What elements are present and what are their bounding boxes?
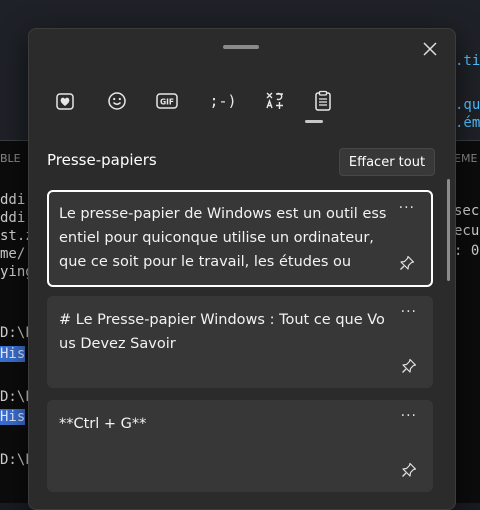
- background-terminal-line: D:\P: [0, 325, 30, 341]
- background-terminal-line: ddi: [0, 210, 26, 226]
- background-terminal-line: ddi: [0, 192, 26, 208]
- background-highlight-text: His: [0, 346, 26, 362]
- background-terminal-highlight: His: [0, 408, 30, 426]
- background-terminal-line: me/: [0, 246, 26, 262]
- tab-emoji[interactable]: [100, 81, 134, 121]
- clipboard-item-text: # Le Presse-papier Windows : Tout ce que…: [59, 312, 385, 352]
- more-options-button[interactable]: ···: [401, 408, 417, 424]
- tab-symbols[interactable]: [258, 81, 292, 121]
- background-code-line: .éme: [455, 115, 480, 131]
- clipboard-item[interactable]: # Le Presse-papier Windows : Tout ce que…: [47, 296, 433, 388]
- tab-kaomoji[interactable]: ;-): [202, 81, 244, 121]
- background-highlight-text: His: [0, 409, 26, 425]
- symbols-icon: [266, 92, 283, 109]
- background-tab-label: EME: [454, 152, 478, 165]
- tab-favorites[interactable]: [48, 81, 82, 121]
- drag-handle[interactable]: [223, 45, 259, 49]
- pin-button[interactable]: [401, 462, 417, 478]
- background-divider: [454, 140, 480, 141]
- background-terminal-line: D:\P: [0, 389, 30, 405]
- close-icon: [423, 42, 437, 56]
- kaomoji-icon: ;-): [209, 92, 237, 110]
- background-tab-label: BLE: [0, 152, 21, 165]
- gif-label: GIF: [160, 98, 174, 107]
- background-divider: [0, 140, 30, 141]
- background-terminal-right: [452, 140, 480, 503]
- pin-icon: [400, 255, 415, 270]
- heart-icon: [56, 93, 74, 110]
- clipboard-history-panel: GIF ;-) Presse-papiers Effacer tout Le p…: [28, 28, 456, 510]
- clipboard-item-text: **Ctrl + G**: [59, 416, 147, 432]
- clipboard-item[interactable]: **Ctrl + G** ···: [47, 400, 433, 492]
- close-button[interactable]: [418, 37, 442, 61]
- background-terminal-line: : 00: [454, 243, 480, 259]
- pin-icon: [402, 462, 417, 477]
- tab-clipboard[interactable]: [306, 81, 340, 121]
- clipboard-item-text: Le presse-papier de Windows est un outil…: [59, 206, 387, 270]
- gif-icon: GIF: [156, 93, 178, 109]
- background-terminal-line: secu: [454, 203, 480, 219]
- smiley-icon: [108, 92, 126, 110]
- background-terminal-line: ecu: [454, 223, 480, 239]
- scrollbar[interactable]: [447, 179, 450, 281]
- background-terminal-line: ying: [0, 264, 30, 280]
- pin-button[interactable]: [399, 255, 415, 271]
- clipboard-icon: [315, 90, 331, 111]
- background-code-line: .tip: [455, 53, 480, 69]
- pin-icon: [402, 358, 417, 373]
- background-terminal-line: D:\P: [0, 452, 30, 468]
- background-terminal-line: st.z: [0, 228, 30, 244]
- section-title: Presse-papiers: [47, 151, 157, 169]
- background-code-line: .que: [455, 97, 480, 113]
- clipboard-item[interactable]: Le presse-papier de Windows est un outil…: [47, 190, 433, 287]
- pin-button[interactable]: [401, 358, 417, 374]
- tab-gif[interactable]: GIF: [150, 81, 184, 121]
- more-options-button[interactable]: ···: [401, 304, 417, 320]
- category-tabs: GIF ;-): [48, 81, 338, 127]
- background-terminal-highlight: His: [0, 345, 30, 363]
- active-tab-indicator: [305, 120, 323, 123]
- more-options-button[interactable]: ···: [399, 200, 415, 216]
- clear-all-button[interactable]: Effacer tout: [339, 148, 435, 176]
